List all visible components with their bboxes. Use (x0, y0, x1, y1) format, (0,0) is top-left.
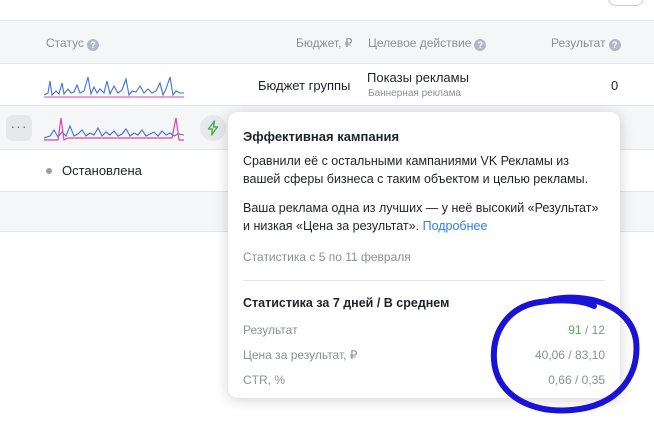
stat-label: Результат (243, 323, 298, 337)
table-row[interactable]: Бюджет группы Показы рекламы Баннерная р… (0, 64, 654, 106)
stat-value: 91 / 12 (568, 323, 605, 337)
popup-note: Ваша реклама одна из лучших — у неё высо… (243, 201, 599, 233)
effective-campaign-popup: Эффективная кампания Сравнили её с остал… (228, 112, 620, 398)
header-budget[interactable]: Бюджет, ₽ (296, 36, 352, 50)
help-icon[interactable]: ? (474, 39, 487, 51)
status-value: Остановлена (62, 163, 142, 178)
header-status[interactable]: Статус? (46, 36, 99, 51)
stat-value: 40,06 / 83,10 (534, 348, 605, 362)
status-dot (46, 168, 52, 174)
stats-title: Статистика за 7 дней / В среднем (243, 296, 450, 310)
target-action-subtitle: Баннерная реклама (368, 88, 462, 99)
lightning-icon[interactable] (200, 115, 226, 141)
stat-label: CTR, % (243, 373, 285, 387)
header-result[interactable]: Результат? (551, 36, 621, 51)
header-target-action[interactable]: Целевое действие? (368, 36, 487, 51)
popup-period: Статистика с 5 по 11 февраля (243, 250, 411, 264)
top-right-button[interactable] (608, 0, 644, 6)
popup-description: Сравнили её с остальными кампаниями VK Р… (243, 154, 589, 186)
result-value: 0 (611, 78, 619, 93)
help-icon[interactable]: ? (608, 39, 621, 51)
sparkline-chart (44, 117, 184, 141)
stat-value: 0,66 / 0,35 (548, 373, 605, 387)
target-action-value: Показы рекламы (367, 70, 469, 85)
table-header: Статус? Бюджет, ₽ Целевое действие? Резу… (0, 20, 654, 64)
help-icon[interactable]: ? (86, 39, 99, 51)
sparkline-chart (44, 76, 184, 98)
stat-label: Цена за результат, ₽ (243, 348, 358, 362)
popup-title: Эффективная кампания (243, 129, 400, 144)
budget-value: Бюджет группы (258, 78, 351, 93)
more-link[interactable]: Подробнее (423, 219, 488, 233)
popup-divider (243, 280, 605, 281)
more-dots-icon[interactable]: ··· (6, 115, 32, 141)
